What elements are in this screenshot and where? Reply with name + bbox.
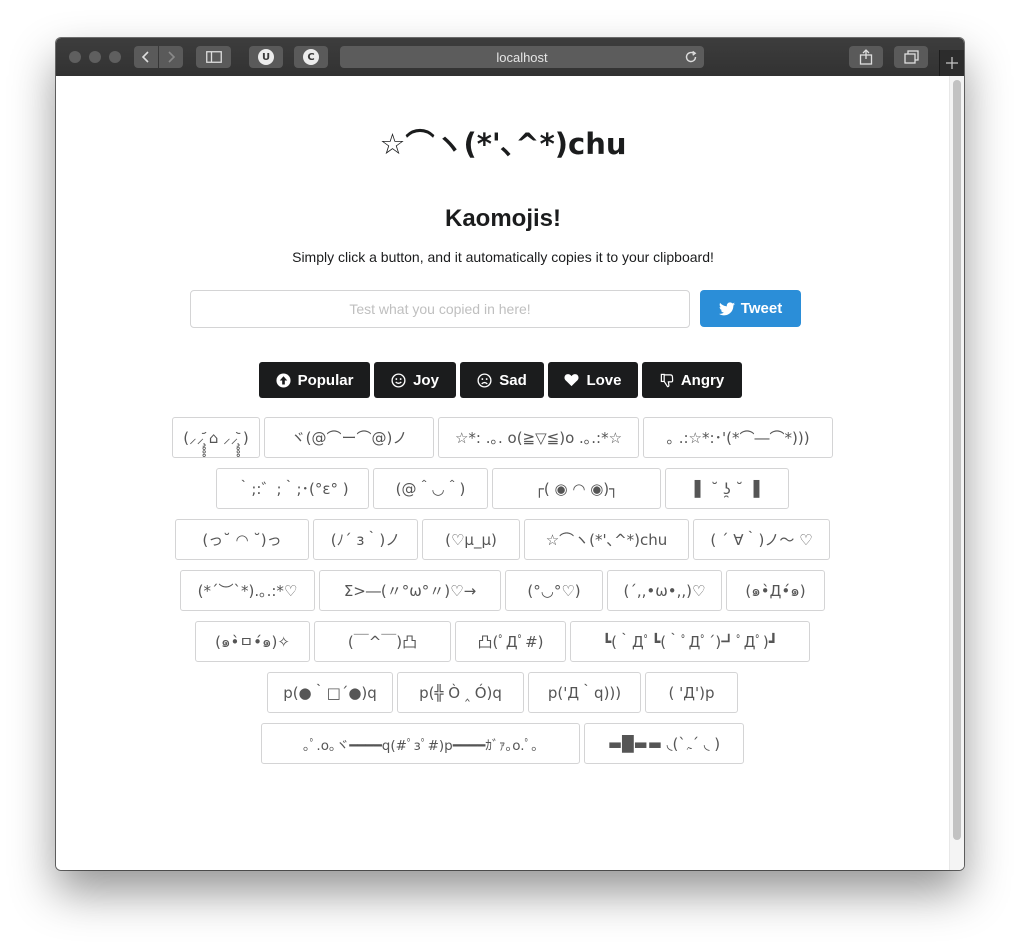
category-popular-button[interactable]: Popular (259, 362, 370, 398)
kaomoji-button[interactable]: (ﾉ´ з｀)ノ (313, 519, 418, 560)
kaomoji-button[interactable]: p('Д｀q))) (528, 672, 641, 713)
kaomoji-row: (⸝⸝̧̥̥̥᷄ ⌂ ⸝⸝̧̥̥̥᷅ ) ヾ(@⌒ー⌒@)ノ ☆*: .｡. o… (56, 417, 950, 458)
kaomoji-button[interactable]: ｡ .:☆*:･'(*⌒―⌒*))) (643, 417, 833, 458)
zoom-window-button[interactable] (109, 51, 121, 63)
category-tabs: Popular Joy Sad Love Angry (56, 362, 950, 398)
arrow-circle-up-icon (276, 372, 291, 388)
category-label: Joy (413, 371, 439, 389)
kaomoji-row: ｡ﾟ.o｡ヾ━━━━q(#ﾟзﾟ#)p━━━━ｶﾞｧ｡o.ﾟ｡ ▬█▬▬ ◟(`… (56, 723, 950, 764)
kaomoji-button[interactable]: ☆⌒ヽ(*'､^*)chu (524, 519, 689, 560)
kaomoji-button[interactable]: (๑•̀Д•́๑) (726, 570, 825, 611)
kaomoji-button[interactable]: (*´︶`*).｡.:*♡ (180, 570, 315, 611)
category-label: Angry (680, 371, 725, 389)
scrollbar-thumb[interactable] (953, 80, 961, 840)
kaomoji-button[interactable]: Σ>―(〃°ω°〃)♡→ (319, 570, 501, 611)
kaomoji-button[interactable]: (๑•̀ㅁ•́๑)✧ (195, 621, 310, 662)
kaomoji-button[interactable]: ▌ ˘ ʖ̯ ˘ ▐ (665, 468, 789, 509)
kaomoji-row: ｀;:゛;｀;･(°ε° ) (@＾◡＾) ┌( ◉ ◠ ◉)┐ ▌ ˘ ʖ̯ … (56, 468, 950, 509)
tabs-icon (903, 50, 919, 64)
kaomoji-button[interactable]: (@＾◡＾) (373, 468, 488, 509)
category-label: Love (586, 371, 622, 389)
ublock-extension-button[interactable]: U (249, 46, 283, 68)
heart-icon (564, 374, 579, 387)
frown-icon (477, 372, 492, 388)
tweet-button[interactable]: Tweet (700, 290, 801, 327)
hero-kaomoji: ☆⌒ヽ(*'､^*)chu (379, 127, 627, 161)
kaomoji-button[interactable]: (°◡°♡) (505, 570, 603, 611)
web-content: ☆⌒ヽ(*'､^*)chu Kaomojis! Simply click a b… (56, 76, 964, 870)
test-copy-input[interactable] (190, 290, 690, 328)
kaomoji-button[interactable]: ( ´ ∀｀)ノ～ ♡ (693, 519, 830, 560)
page: ☆⌒ヽ(*'､^*)chu Kaomojis! Simply click a b… (56, 76, 950, 870)
category-angry-button[interactable]: Angry (642, 362, 742, 398)
address-bar[interactable]: localhost (340, 46, 704, 68)
kaomoji-row: (っ˘ ◠ ˘)っ (ﾉ´ з｀)ノ (♡μ_μ) ☆⌒ヽ(*'､^*)chu … (56, 519, 950, 560)
kaomoji-button[interactable]: (´,,•ω•,,)♡ (607, 570, 722, 611)
page-subtitle: Simply click a button, and it automatica… (292, 249, 714, 265)
page-title: Kaomojis! (444, 205, 561, 232)
twitter-icon (718, 301, 735, 315)
kaomoji-button[interactable]: ▬█▬▬ ◟(`ﮧ´ ◟ ) (584, 723, 744, 764)
thumbs-down-icon (660, 373, 674, 387)
kaomoji-button[interactable]: (￣^￣)凸 (314, 621, 451, 662)
kaomoji-row: (*´︶`*).｡.:*♡ Σ>―(〃°ω°〃)♡→ (°◡°♡) (´,,•ω… (56, 570, 950, 611)
browser-toolbar: U C localhost (56, 38, 964, 77)
ublock-icon: U (258, 49, 274, 65)
scrollbar[interactable] (949, 76, 964, 870)
plus-icon (946, 57, 958, 69)
forward-button[interactable] (159, 46, 183, 68)
back-button[interactable] (134, 46, 158, 68)
category-sad-button[interactable]: Sad (460, 362, 544, 398)
tabs-overview-button[interactable] (894, 46, 928, 68)
extension-icon: C (303, 49, 319, 65)
kaomoji-button[interactable]: p(╬ Ò ‸ Ó)q (397, 672, 524, 713)
category-label: Popular (297, 371, 354, 389)
category-love-button[interactable]: Love (548, 362, 638, 398)
browser-window: U C localhost ☆⌒ヽ(*'､^*)chu Kaomojis! Si… (56, 38, 964, 870)
kaomoji-button[interactable]: ┌( ◉ ◠ ◉)┐ (492, 468, 661, 509)
sidebar-icon (205, 51, 222, 63)
kaomoji-button[interactable]: ｡ﾟ.o｡ヾ━━━━q(#ﾟзﾟ#)p━━━━ｶﾞｧ｡o.ﾟ｡ (261, 723, 580, 764)
sidebar-button[interactable] (196, 46, 231, 68)
smile-icon (391, 372, 406, 388)
new-tab-button[interactable] (939, 50, 964, 76)
address-text: localhost (496, 49, 548, 65)
kaomoji-row: (๑•̀ㅁ•́๑)✧ (￣^￣)凸 凸(ﾟДﾟ#) ┗(｀Дﾟ┗(｀ﾟДﾟ´)┛… (56, 621, 950, 662)
forward-icon (168, 51, 176, 63)
tweet-label: Tweet (740, 300, 783, 317)
kaomoji-button[interactable]: ヾ(@⌒ー⌒@)ノ (264, 417, 434, 458)
kaomoji-button[interactable]: p(●｀□´●)q (267, 672, 393, 713)
reload-icon[interactable] (684, 50, 698, 64)
share-button[interactable] (849, 46, 883, 68)
kaomoji-button[interactable]: (♡μ_μ) (422, 519, 520, 560)
kaomoji-button[interactable]: ┗(｀Дﾟ┗(｀ﾟДﾟ´)┛ﾟДﾟ)┛ (570, 621, 810, 662)
kaomoji-button[interactable]: (⸝⸝̧̥̥̥᷄ ⌂ ⸝⸝̧̥̥̥᷅ ) (172, 417, 260, 458)
back-icon (141, 51, 149, 63)
kaomoji-button[interactable]: 凸(ﾟДﾟ#) (455, 621, 566, 662)
kaomoji-button[interactable]: ( 'Д')p (645, 672, 738, 713)
close-window-button[interactable] (69, 51, 81, 63)
category-joy-button[interactable]: Joy (374, 362, 456, 398)
kaomoji-button[interactable]: (っ˘ ◠ ˘)っ (175, 519, 309, 560)
minimize-window-button[interactable] (89, 51, 101, 63)
share-icon (859, 49, 873, 65)
category-label: Sad (499, 371, 527, 389)
kaomoji-button[interactable]: ☆*: .｡. o(≧▽≦)o .｡.:*☆ (438, 417, 639, 458)
extension-button[interactable]: C (294, 46, 328, 68)
kaomoji-row: p(●｀□´●)q p(╬ Ò ‸ Ó)q p('Д｀q))) ( 'Д')p (56, 672, 950, 713)
kaomoji-button[interactable]: ｀;:゛;｀;･(°ε° ) (216, 468, 369, 509)
